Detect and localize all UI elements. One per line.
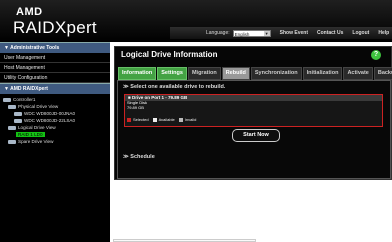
tree-spare-label: Spare Drive View: [18, 139, 54, 144]
spare-drive-icon: [8, 139, 16, 144]
logical-drive-panel: Logical Drive Information ? Information …: [114, 46, 392, 180]
tab-rebuild[interactable]: Rebuild: [221, 67, 250, 80]
amd-logo: AMD: [16, 6, 43, 18]
amd-raidxpert-header[interactable]: ▼ AMD RAIDXpert: [0, 83, 110, 94]
schedule-label: Schedule: [130, 154, 155, 160]
tab-backup[interactable]: Backup: [373, 67, 392, 80]
drive-legend: Selected Available Invalid: [127, 117, 198, 122]
expand-icon: ≫: [123, 154, 129, 160]
tree-ld0-label: RAID 1 LD0: [16, 132, 45, 137]
rebuild-subtitle-text: Select one available drive to rebuild.: [130, 84, 226, 90]
page-title: Logical Drive Information: [121, 50, 218, 59]
left-navigation: ▼ Administrative Tools User Management H…: [0, 42, 110, 242]
admin-tools-title: Administrative Tools: [10, 45, 60, 51]
tab-migration[interactable]: Migration: [187, 67, 221, 80]
host-management-item[interactable]: Host Management: [0, 63, 110, 73]
drive-selection-box[interactable]: ■ Drive on Port 1 - 79.89 GB Single Disk…: [124, 94, 383, 127]
language-label: Language:: [206, 30, 230, 36]
tab-settings[interactable]: Settings: [157, 67, 187, 80]
tree-controller[interactable]: Controller1: [3, 96, 107, 103]
logout-link[interactable]: Logout: [352, 30, 369, 36]
selected-swatch: [127, 117, 131, 122]
device-tree: Controller1 Physical Drive View WDC WD80…: [0, 94, 110, 147]
collapse-icon[interactable]: ≫: [123, 84, 129, 90]
show-event-link[interactable]: Show Event: [280, 30, 308, 36]
invalid-swatch: [178, 117, 183, 122]
tree-physical-drive-view[interactable]: Physical Drive View: [3, 103, 107, 110]
tree-drive-1[interactable]: WDC WD800JD-00JNA0: [3, 110, 107, 117]
start-now-button[interactable]: Start Now: [232, 129, 280, 142]
tree-physical-label: Physical Drive View: [18, 104, 59, 109]
top-toolbar: Language: English ▼ Show Event Contact U…: [170, 27, 392, 39]
contact-us-link[interactable]: Contact Us: [317, 30, 343, 36]
tree-spare-drive-view[interactable]: Spare Drive View: [3, 138, 107, 145]
schedule-section[interactable]: ≫ Schedule: [123, 154, 155, 160]
amd-raidxpert-title: AMD RAIDXpert: [10, 86, 48, 92]
controller-icon: [3, 97, 11, 102]
header-bar: AMD RAIDXpert Language: English ▼ Show E…: [0, 0, 392, 42]
rebuild-content: ≫ Select one available drive to rebuild.…: [117, 80, 391, 179]
rebuild-subtitle: ≫ Select one available drive to rebuild.: [123, 84, 225, 90]
tree-controller-label: Controller1: [13, 97, 36, 102]
legend-selected: Selected: [133, 117, 149, 122]
tree-logical-drive-view[interactable]: Logical Drive View: [3, 124, 107, 131]
tab-information[interactable]: Information: [118, 67, 157, 80]
logical-drive-icon: [8, 125, 16, 130]
drive-size: 79.89 GB: [127, 104, 144, 110]
tree-drive-1-label: WDC WD800JD-00JNA0: [24, 111, 76, 116]
utility-configuration-item[interactable]: Utility Configuration: [0, 73, 110, 83]
tab-initialization[interactable]: Initialization: [302, 67, 343, 80]
drive-icon: [14, 118, 22, 123]
language-select[interactable]: English ▼: [232, 29, 271, 37]
tree-drive-2-label: WDC WD800JD-22LSA0: [24, 118, 76, 123]
user-management-item[interactable]: User Management: [0, 53, 110, 63]
chevron-down-icon[interactable]: ▼: [263, 30, 270, 36]
app-title: RAIDXpert: [13, 18, 97, 37]
tree-logical-label: Logical Drive View: [18, 125, 56, 130]
tab-synchronization[interactable]: Synchronization: [250, 67, 302, 80]
tree-ld0[interactable]: RAID 1 LD0: [3, 131, 107, 138]
tab-activate[interactable]: Activate: [343, 67, 373, 80]
legend-available: Available: [158, 117, 175, 122]
drive-icon: [8, 104, 16, 109]
tree-drive-2[interactable]: WDC WD800JD-22LSA0: [3, 117, 107, 124]
tab-bar: Information Settings Migration Rebuild S…: [118, 67, 392, 80]
language-value: English: [234, 31, 250, 37]
admin-tools-header[interactable]: ▼ Administrative Tools: [0, 42, 110, 53]
legend-invalid: Invalid: [184, 117, 197, 122]
help-icon[interactable]: ?: [371, 50, 381, 60]
help-link[interactable]: Help: [378, 30, 389, 36]
available-swatch: [152, 117, 157, 122]
drive-icon: [14, 111, 22, 116]
